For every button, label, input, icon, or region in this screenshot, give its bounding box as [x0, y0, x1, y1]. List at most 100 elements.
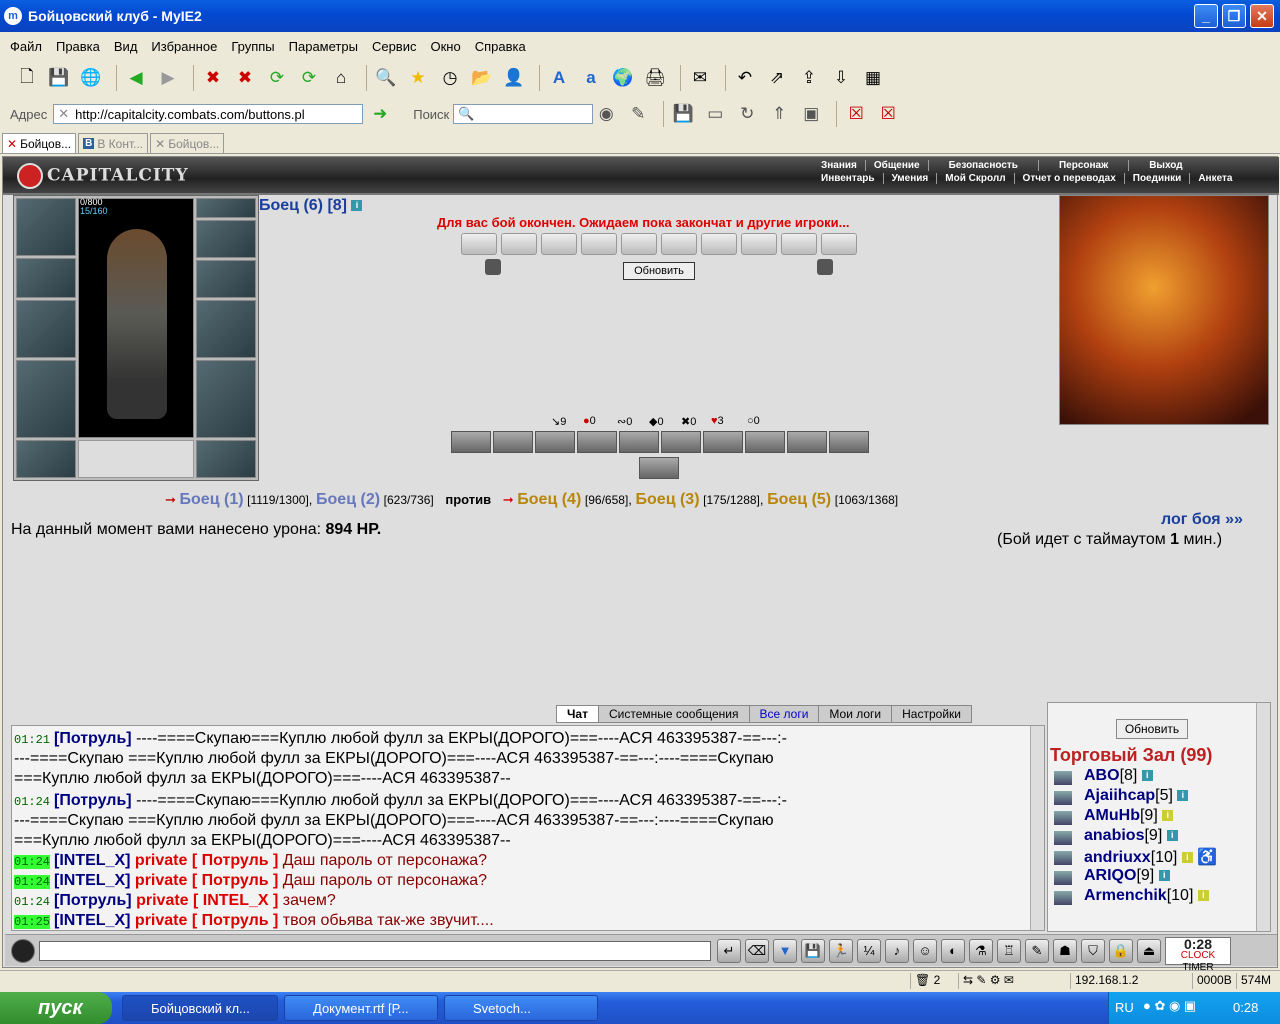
scroll-slot[interactable]	[821, 233, 857, 255]
tab-my-logs[interactable]: Мои логи	[818, 705, 893, 723]
chat-input[interactable]	[39, 940, 711, 961]
save-icon[interactable]: 💾	[46, 65, 72, 91]
attack-button[interactable]	[535, 431, 575, 453]
tab-vkontakte[interactable]: BВ Конт...	[78, 133, 149, 153]
quiver-slot[interactable]	[196, 300, 256, 358]
exit-icon[interactable]: ⏏	[1137, 938, 1161, 963]
window-icon[interactable]: ▭	[702, 101, 728, 127]
upload-icon[interactable]: ⇪	[796, 65, 822, 91]
reload-icon[interactable]: ↻	[734, 101, 760, 127]
tray-icons[interactable]: ● ✿ ◉ ▣	[1143, 998, 1196, 1014]
history-icon[interactable]: ◷	[437, 65, 463, 91]
user-icon[interactable]: 👤	[501, 65, 527, 91]
minimize-button[interactable]: _	[1194, 4, 1218, 28]
tab-fightclub-2[interactable]: ✕ Бойцов...	[150, 133, 225, 153]
fighter-icon[interactable]: 🏃	[829, 938, 853, 963]
filter-icon[interactable]: ▼	[773, 938, 797, 963]
team1-fighter[interactable]: Боец (1)	[180, 491, 244, 508]
attack-button[interactable]	[619, 431, 659, 453]
globe-icon[interactable]: 🌐	[78, 65, 104, 91]
shield-button-icon[interactable]: ⛉	[1081, 938, 1105, 963]
nav-exit[interactable]: Выход	[1129, 160, 1202, 171]
search-go-icon[interactable]: ◉	[593, 101, 619, 127]
language-indicator[interactable]: RU	[1115, 1000, 1134, 1015]
refresh-online-button[interactable]: Обновить	[1116, 719, 1188, 739]
translate-icon[interactable]: a	[578, 65, 604, 91]
scroll-slot[interactable]	[541, 233, 577, 255]
gloves-slot[interactable]	[196, 260, 256, 298]
attack-button[interactable]	[577, 431, 617, 453]
info-icon[interactable]: i	[351, 200, 363, 212]
armor-slot[interactable]	[16, 360, 76, 438]
font-icon[interactable]: A	[546, 65, 572, 91]
nav-scroll[interactable]: Мой Скролл	[937, 173, 1015, 184]
nav-profile[interactable]: Анкета	[1190, 173, 1240, 184]
menu-edit[interactable]: Правка	[56, 39, 100, 54]
undo-icon[interactable]: ↶	[732, 65, 758, 91]
music-icon[interactable]: ♪	[885, 938, 909, 963]
save-chat-icon[interactable]: 💾	[801, 938, 825, 963]
highlight-icon[interactable]: ✎	[625, 101, 651, 127]
scroll-slot[interactable]	[781, 233, 817, 255]
online-user[interactable]: andriuxx[10] i ♿	[1084, 847, 1217, 867]
tab-system-messages[interactable]: Системные сообщения	[597, 705, 750, 723]
tab-settings[interactable]: Настройки	[891, 705, 972, 723]
tab-all-logs[interactable]: Все логи	[748, 705, 820, 723]
belt-slot[interactable]	[16, 440, 76, 478]
menu-file[interactable]: Файл	[10, 39, 42, 54]
attack-button[interactable]	[703, 431, 743, 453]
save-page-icon[interactable]: 💾	[670, 101, 696, 127]
helmet-icon[interactable]: ◐	[941, 938, 965, 963]
earring-slot[interactable]	[196, 198, 256, 218]
favorites-icon[interactable]: ★	[405, 65, 431, 91]
nav-transfers[interactable]: Отчет о переводах	[1015, 173, 1125, 184]
menu-view[interactable]: Вид	[114, 39, 138, 54]
online-user[interactable]: anabios[9] i	[1084, 827, 1178, 845]
online-user[interactable]: AMuHb[9] i	[1084, 807, 1174, 825]
search-input[interactable]: 🔍	[453, 104, 594, 124]
nav-security[interactable]: Безопасность	[929, 160, 1039, 171]
attack-button[interactable]	[493, 431, 533, 453]
mail-icon[interactable]: ✉	[687, 65, 713, 91]
boots-slot[interactable]	[196, 440, 256, 478]
helmet-slot[interactable]	[16, 198, 76, 256]
weapon-slot[interactable]	[16, 300, 76, 358]
smiley-menu-icon[interactable]	[11, 938, 35, 963]
online-user[interactable]: ABO[8] i	[1084, 767, 1153, 785]
attack-button[interactable]	[451, 431, 491, 453]
close-button[interactable]: ✕	[1250, 4, 1274, 28]
team2-fighter[interactable]: Боец (3)	[636, 491, 700, 508]
menu-options[interactable]: Параметры	[289, 39, 358, 54]
nav-skills[interactable]: Умения	[884, 173, 938, 184]
start-button[interactable]: пуск	[0, 992, 112, 1024]
scroll-slot[interactable]	[581, 233, 617, 255]
scroll-slot[interactable]	[461, 233, 497, 255]
nav-communication[interactable]: Общение	[866, 160, 929, 171]
attack-button[interactable]	[829, 431, 869, 453]
status-icons[interactable]: ⇆ ✎ ⚙ ✉	[958, 973, 1068, 989]
online-user[interactable]: Armenchik[10] i	[1084, 887, 1209, 905]
address-input[interactable]: ✕ http://capitalcity.combats.com/buttons…	[53, 104, 364, 124]
folder-icon[interactable]: 📂	[469, 65, 495, 91]
refresh-icon[interactable]: ⟳	[264, 65, 290, 91]
attack-button[interactable]	[787, 431, 827, 453]
scroll-slot[interactable]	[661, 233, 697, 255]
translit-icon[interactable]: ¼	[857, 938, 881, 963]
home-icon[interactable]: ⌂	[328, 65, 354, 91]
disk-icon[interactable]: ▣	[798, 101, 824, 127]
nav-inventory[interactable]: Инвентарь	[813, 173, 884, 184]
group-icon[interactable]: ☗	[1053, 938, 1077, 963]
tab-chat[interactable]: Чат	[556, 705, 599, 723]
nav-character[interactable]: Персонаж	[1039, 160, 1130, 171]
lock-icon[interactable]: 🔒	[1109, 938, 1133, 963]
chat-scrollbar[interactable]	[1030, 726, 1044, 930]
stop-all-icon[interactable]: ✖	[232, 65, 258, 91]
refresh-all-icon[interactable]: ⟳	[296, 65, 322, 91]
online-user[interactable]: ARIQO[9] i	[1084, 867, 1170, 885]
team2-fighter[interactable]: Боец (4)	[517, 491, 581, 508]
task-svetoch[interactable]: Svetoch...	[444, 995, 598, 1021]
online-scrollbar[interactable]	[1256, 703, 1270, 931]
search-icon[interactable]: 🔍	[373, 65, 399, 91]
online-user[interactable]: Ajaiihcap[5] i	[1084, 787, 1189, 805]
go-icon[interactable]: ➜	[367, 101, 393, 127]
